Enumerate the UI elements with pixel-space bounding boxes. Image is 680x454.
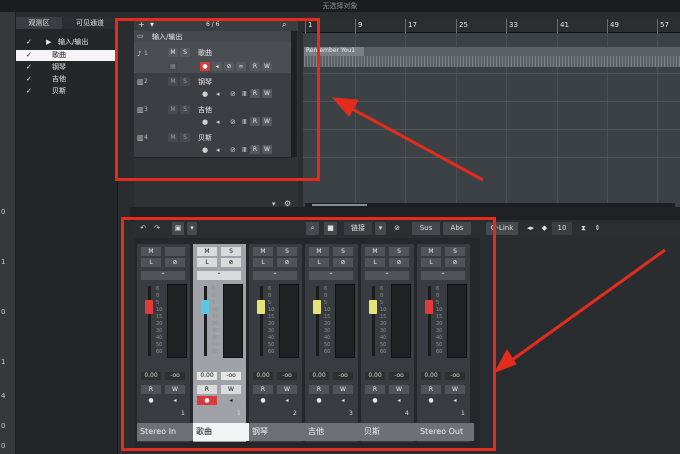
annotation-arrow-top <box>344 103 484 182</box>
annotation-arrow-bottom <box>504 248 666 367</box>
annotation-arrows <box>331 97 666 373</box>
annotation-arrowhead <box>331 97 359 117</box>
annotation-arrowhead <box>493 349 517 373</box>
